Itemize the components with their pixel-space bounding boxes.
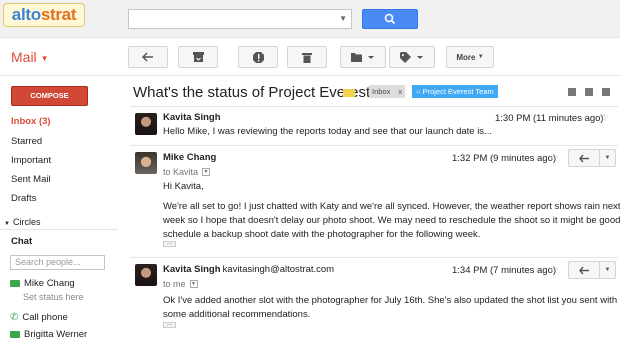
nav-item-starred[interactable]: Starred (11, 136, 42, 147)
divider (130, 145, 618, 146)
details-dropdown-icon[interactable]: ▼ (189, 280, 198, 288)
back-button[interactable] (128, 46, 168, 68)
avatar (135, 113, 157, 135)
chat-search-input[interactable]: Search people... (10, 255, 105, 270)
message-body-line: schedule a backup shoot date with the ph… (163, 229, 481, 240)
search-button[interactable] (362, 9, 418, 29)
mail-menu[interactable]: Mail ▼ (11, 49, 48, 65)
reply-options-button[interactable]: ▼ (600, 261, 616, 279)
message-body-line: Hi Kavita, (163, 181, 204, 192)
star-icon[interactable]: ☆ (549, 151, 559, 164)
trash-icon (302, 52, 312, 63)
show-trimmed-button[interactable]: ... (163, 321, 176, 328)
reply-button-group: ▼ (568, 261, 616, 279)
chat-self[interactable]: Mike Chang (10, 278, 75, 289)
nav-item-drafts[interactable]: Drafts (11, 193, 36, 204)
folder-icon (351, 53, 374, 62)
star-icon[interactable]: ☆ (549, 263, 559, 276)
call-phone-link[interactable]: ✆ Call phone (10, 312, 68, 323)
nav-item-sent[interactable]: Sent Mail (11, 174, 51, 185)
spam-icon (252, 51, 264, 63)
message-sender: Kavita Singh kavitasingh@altostrat.com (163, 264, 335, 275)
label-inbox[interactable]: Inbox x (369, 85, 406, 98)
delete-button[interactable] (287, 46, 327, 68)
message-time: 1:32 PM (9 minutes ago) (452, 153, 557, 164)
recipient-line: to Kavita ▼ (163, 167, 211, 177)
move-to-button[interactable] (340, 46, 386, 68)
archive-button[interactable] (178, 46, 218, 68)
reply-button[interactable] (568, 149, 600, 167)
star-icon[interactable]: ☆ (599, 111, 609, 124)
show-trimmed-button[interactable]: ... (163, 240, 176, 247)
sender-email: kavitasingh@altostrat.com (222, 264, 335, 275)
report-spam-button[interactable] (238, 46, 278, 68)
message-body-line: We're all set to go! I just chatted with… (163, 201, 620, 212)
message-body-line: Ok I've added another slot with the phot… (163, 295, 618, 306)
video-icon (10, 280, 20, 287)
action-bar: Mail ▼ More ▼ (0, 38, 620, 76)
thread-subject: What's the status of Project Everest? (133, 84, 379, 101)
nav-item-circles[interactable]: ▼ Circles (4, 217, 40, 227)
details-dropdown-icon[interactable]: ▼ (202, 168, 211, 176)
message-time: 1:34 PM (7 minutes ago) (452, 265, 557, 276)
importance-marker-icon[interactable] (343, 89, 355, 97)
conversation-view: What's the status of Project Everest? In… (118, 76, 620, 340)
expand-all-icon[interactable] (568, 88, 576, 96)
top-bar: altostrat ▼ (0, 0, 620, 38)
search-input[interactable]: ▼ (128, 9, 352, 29)
divider (130, 257, 618, 258)
back-arrow-icon (142, 52, 153, 62)
message-sender: Mike Chang (163, 152, 217, 163)
new-window-icon[interactable] (602, 88, 610, 96)
label-icon (400, 51, 423, 63)
message-snippet[interactable]: Hello Mike, I was reviewing the reports … (163, 126, 492, 137)
remove-label-icon[interactable]: x (398, 87, 402, 96)
reply-options-button[interactable]: ▼ (600, 149, 616, 167)
video-icon (10, 331, 20, 338)
nav-item-inbox[interactable]: Inbox (3) (11, 116, 51, 127)
avatar (135, 152, 157, 174)
recipient-line: to me ▼ (163, 279, 198, 289)
compose-button[interactable]: COMPOSE (11, 86, 88, 106)
message-time: 1:30 PM (11 minutes ago) (495, 113, 604, 124)
phone-icon: ✆ (10, 312, 19, 323)
archive-icon (192, 52, 204, 62)
label-project-team[interactable]: ○ Project Everest Team (412, 85, 498, 98)
divider (130, 106, 618, 107)
left-nav: COMPOSE Inbox (3) Starred Important Sent… (0, 76, 118, 340)
chat-status[interactable]: Set status here (23, 292, 84, 302)
chat-contact[interactable]: Brigitta Werner (10, 329, 87, 340)
search-options-icon[interactable]: ▼ (339, 14, 347, 23)
labels-button[interactable] (389, 46, 435, 68)
message-body-line: week so I hope that doesn't delay our ph… (163, 215, 620, 226)
message-sender: Kavita Singh (163, 112, 221, 123)
expand-icon: ▼ (4, 221, 10, 227)
reply-button[interactable] (568, 261, 600, 279)
print-icon[interactable] (585, 88, 593, 96)
caret-down-icon: ▼ (40, 53, 49, 63)
reply-button-group: ▼ (568, 149, 616, 167)
nav-divider (0, 229, 118, 230)
search-icon (384, 13, 396, 25)
altostrat-logo[interactable]: altostrat (3, 3, 85, 27)
reply-icon (578, 266, 589, 274)
reply-icon (578, 154, 589, 162)
more-button[interactable]: More ▼ (446, 46, 494, 68)
message-body-line: some additional recommendations. (163, 309, 311, 320)
chat-title: Chat (11, 236, 33, 247)
caret-down-icon: ▼ (477, 54, 484, 60)
avatar (135, 264, 157, 286)
nav-item-important[interactable]: Important (11, 155, 51, 166)
